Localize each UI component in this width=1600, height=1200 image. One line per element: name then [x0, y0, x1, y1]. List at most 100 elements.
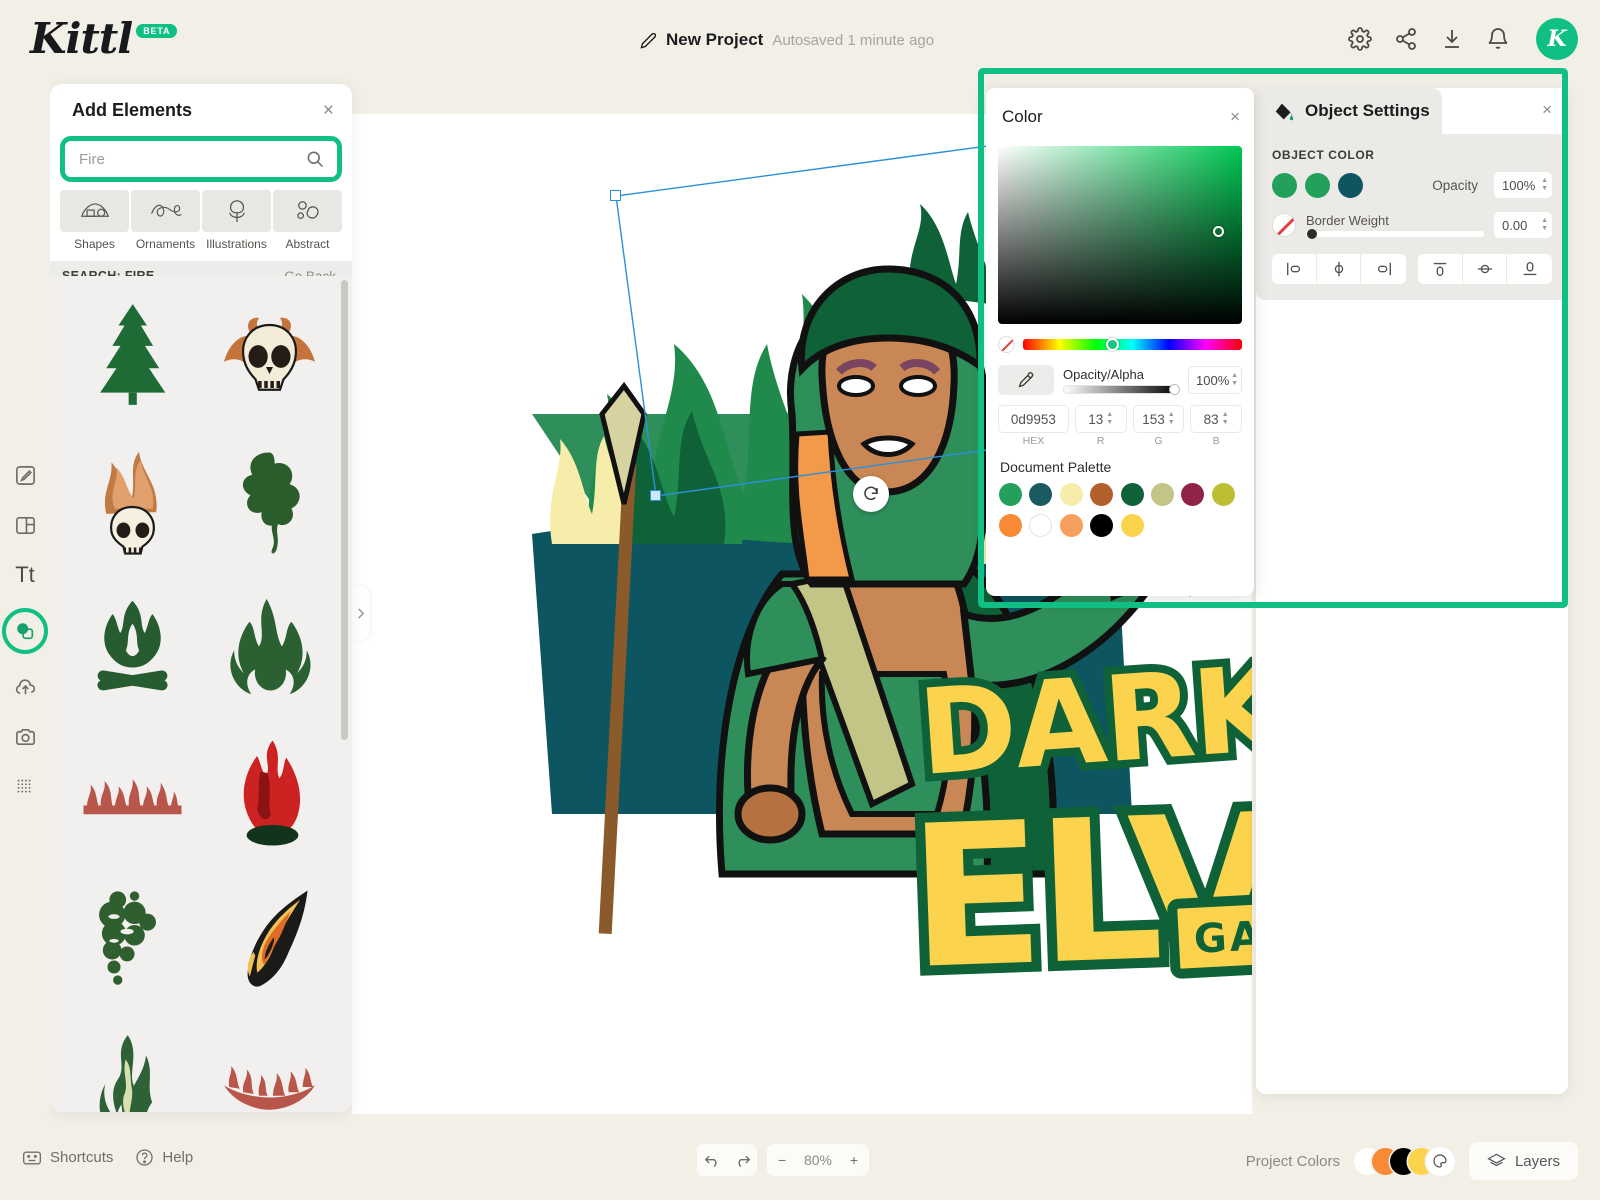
- sidebar-item-photos[interactable]: [8, 720, 42, 754]
- close-icon[interactable]: ×: [1542, 100, 1552, 120]
- palette-swatch[interactable]: [1150, 483, 1174, 506]
- sidebar-item-text[interactable]: Tt: [8, 558, 42, 592]
- hue-knob[interactable]: [1106, 338, 1120, 351]
- g-field[interactable]: 153 ▲ ▼: [1132, 405, 1185, 433]
- r-field[interactable]: 13 ▲ ▼: [1074, 405, 1127, 433]
- palette-swatch[interactable]: [1211, 483, 1235, 506]
- panel-scrollbar[interactable]: [341, 280, 348, 740]
- notifications-icon[interactable]: [1486, 27, 1510, 51]
- zoom-value[interactable]: 80%: [804, 1152, 832, 1168]
- element-result-campfire[interactable]: [64, 574, 201, 720]
- palette-swatch[interactable]: [1059, 483, 1083, 506]
- b-stepper[interactable]: ▲ ▼: [1222, 411, 1229, 426]
- project-colors-button[interactable]: [1425, 1146, 1455, 1176]
- rotate-handle[interactable]: [853, 476, 889, 512]
- palette-swatch[interactable]: [999, 483, 1022, 506]
- object-color-swatch-3[interactable]: [1338, 172, 1363, 198]
- object-color-swatch-1[interactable]: [1272, 172, 1297, 198]
- chevron-right-icon: [358, 607, 365, 619]
- keyboard-icon: [23, 1151, 41, 1164]
- align-center-horizontal-button[interactable]: [1317, 254, 1362, 284]
- zoom-out-button[interactable]: −: [778, 1152, 786, 1168]
- alpha-knob[interactable]: [1169, 383, 1180, 395]
- panel-collapse-button[interactable]: [352, 586, 369, 640]
- element-result-pine-tree[interactable]: [64, 282, 201, 428]
- r-stepper[interactable]: ▲ ▼: [1106, 411, 1113, 426]
- project-title-group[interactable]: New Project Autosaved 1 minute ago: [640, 30, 934, 50]
- close-icon[interactable]: ×: [323, 101, 334, 120]
- border-weight-knob[interactable]: [1307, 229, 1317, 239]
- category-shapes[interactable]: Shapes: [60, 190, 129, 251]
- close-icon[interactable]: ×: [1230, 107, 1240, 127]
- element-result-tribal-flame[interactable]: [201, 866, 338, 1012]
- eyedropper-button[interactable]: [998, 365, 1054, 395]
- no-color-swatch[interactable]: [998, 336, 1015, 353]
- category-abstract[interactable]: Abstract: [273, 190, 342, 251]
- help-button[interactable]: Help: [135, 1148, 193, 1167]
- layers-button[interactable]: Layers: [1468, 1142, 1578, 1180]
- zoom-in-button[interactable]: +: [850, 1152, 858, 1168]
- palette-swatch[interactable]: [999, 514, 1022, 537]
- shortcuts-button[interactable]: Shortcuts: [22, 1149, 113, 1166]
- app-logo[interactable]: Kittl BETA: [30, 14, 178, 63]
- opacity-stepper[interactable]: ▲ ▼: [1541, 177, 1548, 192]
- element-result-flame[interactable]: [201, 574, 338, 720]
- align-bottom-button[interactable]: [1507, 254, 1552, 284]
- sidebar-item-templates[interactable]: [8, 508, 42, 542]
- align-left-button[interactable]: [1272, 254, 1317, 284]
- share-icon[interactable]: [1394, 27, 1418, 51]
- hue-slider[interactable]: [1023, 338, 1242, 351]
- redo-icon[interactable]: [734, 1153, 751, 1168]
- palette-swatch[interactable]: [1090, 483, 1114, 506]
- alpha-slider[interactable]: [1063, 383, 1180, 395]
- tool-rail: Tt: [0, 76, 50, 1116]
- search-icon[interactable]: [305, 149, 325, 169]
- align-top-button[interactable]: [1418, 254, 1463, 284]
- sidebar-item-textures[interactable]: [8, 770, 42, 804]
- avatar[interactable]: K: [1536, 18, 1578, 60]
- opacity-field[interactable]: 100% ▲ ▼: [1494, 172, 1552, 198]
- sidebar-item-elements[interactable]: [2, 608, 48, 654]
- element-result-fire-line[interactable]: [64, 720, 201, 866]
- hex-field[interactable]: 0d9953: [998, 405, 1069, 433]
- element-result-red-fire[interactable]: [201, 720, 338, 866]
- panel-title: Add Elements: [72, 99, 193, 120]
- palette-swatch[interactable]: [1090, 514, 1114, 537]
- align-right-button[interactable]: [1361, 254, 1406, 284]
- element-result-wavy-flame[interactable]: [64, 1012, 201, 1112]
- settings-icon[interactable]: [1348, 27, 1372, 51]
- bottom-right-group: Project Colors Layers: [1246, 1142, 1578, 1180]
- element-result-flaming-skull[interactable]: [201, 282, 338, 428]
- g-stepper[interactable]: ▲ ▼: [1168, 411, 1175, 426]
- border-color-none-swatch[interactable]: [1272, 213, 1296, 237]
- palette-swatch[interactable]: [1059, 514, 1083, 537]
- palette-swatch[interactable]: [1029, 514, 1053, 537]
- border-weight-stepper[interactable]: ▲ ▼: [1541, 217, 1548, 232]
- sv-knob[interactable]: [1213, 226, 1224, 237]
- sidebar-item-design[interactable]: [8, 458, 42, 492]
- border-weight-slider[interactable]: [1306, 229, 1484, 239]
- palette-swatch[interactable]: [1181, 483, 1205, 506]
- palette-swatch[interactable]: [1029, 483, 1053, 506]
- align-middle-vertical-button[interactable]: [1463, 254, 1508, 284]
- border-weight-field[interactable]: 0.00 ▲ ▼: [1494, 212, 1552, 238]
- category-illustrations[interactable]: Illustrations: [202, 190, 271, 251]
- download-icon[interactable]: [1440, 27, 1464, 51]
- palette-swatch[interactable]: [1120, 483, 1144, 506]
- alpha-stepper[interactable]: ▲ ▼: [1231, 372, 1238, 387]
- palette-swatch[interactable]: [1120, 514, 1144, 537]
- element-result-burning-skull[interactable]: [64, 428, 201, 574]
- saturation-value-area[interactable]: [998, 146, 1242, 324]
- search-box[interactable]: [65, 141, 337, 177]
- b-field[interactable]: 83 ▲ ▼: [1190, 405, 1243, 433]
- undo-icon[interactable]: [704, 1153, 721, 1168]
- category-ornaments[interactable]: Ornaments: [131, 190, 200, 251]
- hex-value: 0d9953: [1010, 411, 1056, 427]
- element-result-green-smoke[interactable]: [201, 428, 338, 574]
- alpha-field[interactable]: 100% ▲ ▼: [1188, 366, 1242, 394]
- object-color-swatch-2[interactable]: [1305, 172, 1330, 198]
- search-input[interactable]: [79, 150, 305, 168]
- element-result-smoke-cloud[interactable]: [64, 866, 201, 1012]
- sidebar-item-uploads[interactable]: [8, 670, 42, 704]
- element-result-fire-arc[interactable]: [201, 1012, 338, 1112]
